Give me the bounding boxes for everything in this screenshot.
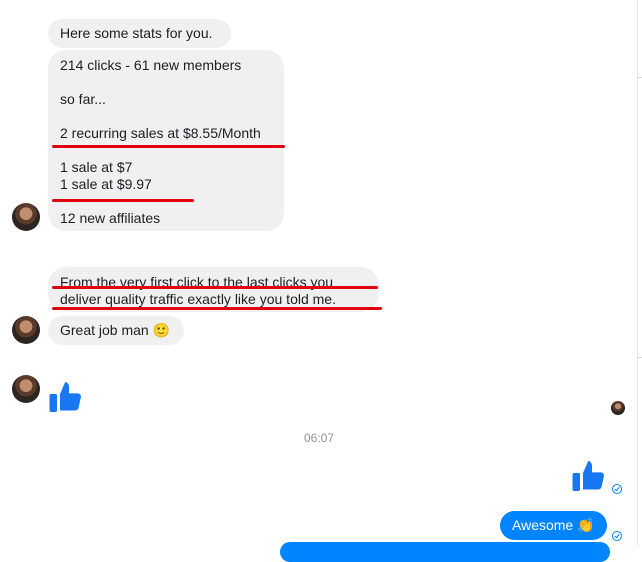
message-bubble-outgoing[interactable]: Awesome 👏 <box>500 511 607 540</box>
clapping-emoji-icon: 👏 <box>577 517 595 533</box>
thumbs-up-icon[interactable] <box>571 458 607 494</box>
contact-avatar[interactable] <box>12 316 40 344</box>
message-bubble[interactable]: Here some stats for you. <box>48 19 231 48</box>
annotation-underline <box>52 307 382 310</box>
panel-divider-tick <box>637 77 642 78</box>
check-circle-icon <box>612 484 622 494</box>
chat-thread: Here some stats for you. 214 clicks - 61… <box>0 0 642 562</box>
message-text: Here some stats for you. <box>60 25 213 41</box>
message-bubble-outgoing[interactable] <box>280 542 610 562</box>
message-bubble[interactable]: Great job man 🙂 <box>48 316 184 345</box>
panel-divider-tick <box>637 357 642 358</box>
message-text-content: Awesome <box>512 517 574 533</box>
message-text: 12 new affiliates <box>60 210 161 226</box>
annotation-underline <box>52 286 378 289</box>
annotation-underline <box>52 145 285 148</box>
message-bubble[interactable]: From the very first click to the last cl… <box>48 267 379 312</box>
message-bubble-stats[interactable]: 214 clicks - 61 new members so far... 2 … <box>48 50 284 231</box>
annotation-underline <box>52 199 194 202</box>
message-text: 1 sale at $9.97 <box>60 176 152 192</box>
panel-divider <box>637 0 638 546</box>
seen-by-avatar <box>611 401 625 415</box>
contact-avatar[interactable] <box>12 203 40 231</box>
message-text: 214 clicks - 61 new members <box>60 57 242 73</box>
contact-avatar[interactable] <box>12 375 40 403</box>
message-timestamp: 06:07 <box>303 431 335 445</box>
message-text: deliver quality traffic exactly like you… <box>60 291 336 307</box>
message-text: 2 recurring sales at $8.55/Month <box>60 125 261 141</box>
check-circle-icon <box>612 531 622 541</box>
smile-emoji-icon: 🙂 <box>152 322 171 338</box>
message-text-content: Great job man <box>60 322 149 338</box>
message-text: so far... <box>60 91 106 107</box>
message-text: 1 sale at $7 <box>60 159 133 175</box>
thumbs-up-icon[interactable] <box>48 379 84 415</box>
message-text: Great job man 🙂 <box>60 322 170 339</box>
